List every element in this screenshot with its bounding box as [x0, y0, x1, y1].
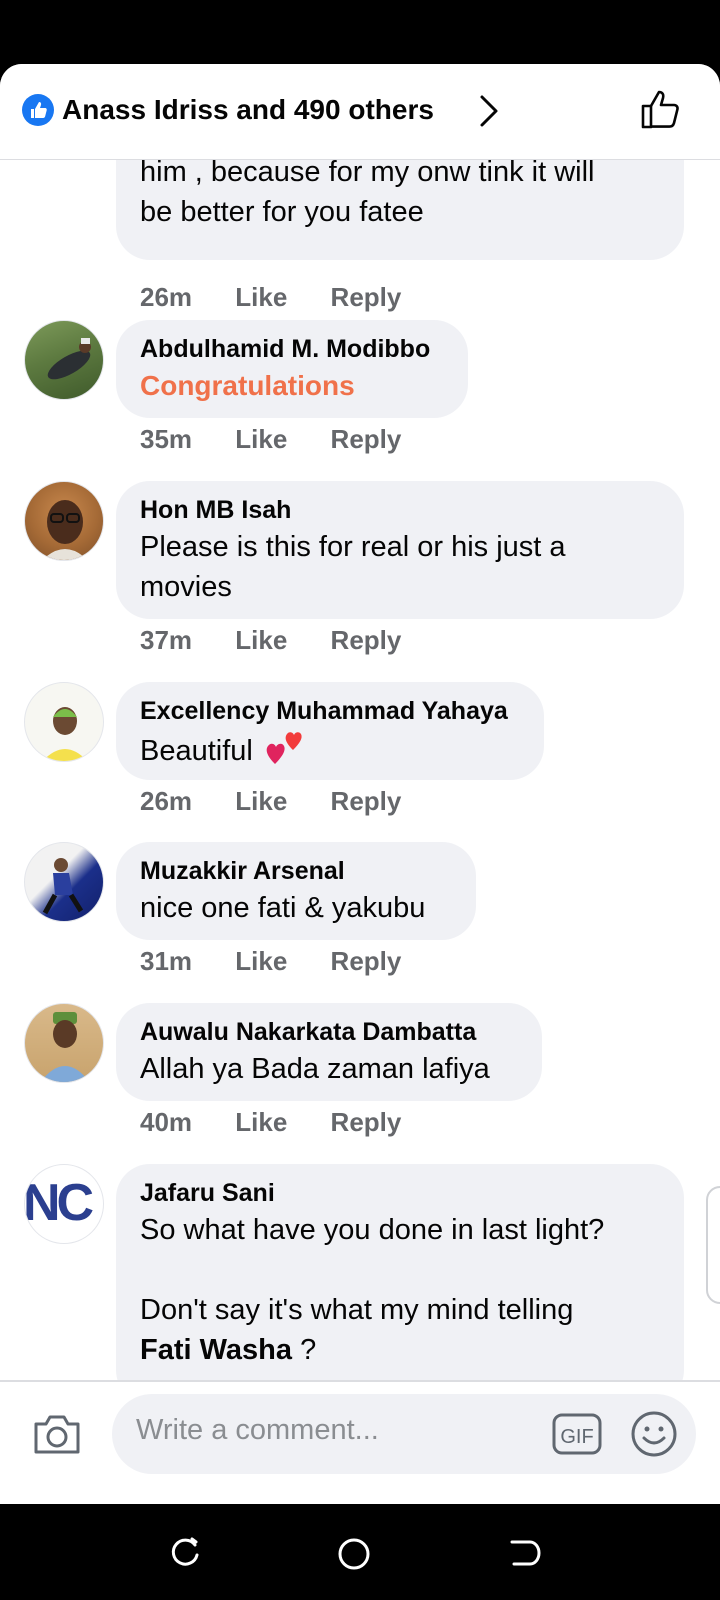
reply-link[interactable]: Reply	[331, 282, 402, 313]
comment-meta: 40m Like Reply	[140, 1107, 437, 1138]
gif-label: GIF	[560, 1426, 593, 1448]
thumbs-up-icon[interactable]	[640, 88, 682, 130]
comment-bubble[interactable]: Muzakkir Arsenal nice one fati & yakubu	[116, 842, 476, 940]
reactors-summary[interactable]: Anass Idriss and 490 others	[62, 92, 434, 128]
comment-author[interactable]: Jafaru Sani	[140, 1176, 660, 1210]
like-badge-icon	[22, 94, 54, 126]
comment-bubble[interactable]: him , because for my onw tink it will be…	[116, 160, 684, 260]
comment-input-placeholder: Write a comment...	[136, 1414, 379, 1446]
comment-time: 31m	[140, 946, 193, 976]
comment-meta: 37m Like Reply	[140, 625, 437, 656]
mention-link[interactable]: Fati Washa	[140, 1334, 292, 1366]
comment-text: Congratulations	[140, 370, 355, 401]
status-bar	[0, 0, 720, 64]
comment-time: 26m	[140, 786, 193, 816]
like-link[interactable]: Like	[235, 946, 287, 977]
like-link[interactable]: Like	[235, 1107, 287, 1138]
reactions-header[interactable]: Anass Idriss and 490 others	[0, 64, 720, 160]
comment-text-row: Fati Washa ?	[140, 1330, 660, 1370]
like-link[interactable]: Like	[235, 625, 287, 656]
comment-author[interactable]: Auwalu Nakarkata Dambatta	[140, 1015, 518, 1049]
comment-meta: 26m Like Reply	[140, 282, 437, 313]
comment-time: 26m	[140, 282, 193, 312]
comment-text: nice one fati & yakubu	[140, 892, 426, 924]
comment-time: 37m	[140, 625, 193, 655]
comment-bubble[interactable]: Jafaru Sani So what have you done in las…	[116, 1164, 684, 1380]
comment-text: So what have you done in last light?	[140, 1214, 605, 1246]
comment-text: him , because for my onw tink it will	[140, 160, 595, 188]
comment-text: Allah ya Bada zaman lafiya	[140, 1053, 490, 1085]
comment-bubble[interactable]: Excellency Muhammad Yahaya Beautiful	[116, 682, 544, 780]
reply-link[interactable]: Reply	[331, 625, 402, 656]
reply-link[interactable]: Reply	[331, 946, 402, 977]
chevron-right-icon[interactable]	[478, 94, 500, 128]
avatar[interactable]: NC	[24, 1164, 104, 1244]
reply-link[interactable]: Reply	[331, 786, 402, 817]
emoji-icon[interactable]	[630, 1410, 678, 1458]
avatar-text: NC	[24, 1174, 94, 1232]
avatar[interactable]	[24, 320, 104, 400]
reply-link[interactable]: Reply	[331, 1107, 402, 1138]
avatar[interactable]	[24, 682, 104, 762]
reply-link[interactable]: Reply	[331, 424, 402, 455]
recent-apps-icon[interactable]	[168, 1536, 202, 1570]
gif-icon[interactable]: GIF	[552, 1412, 602, 1456]
comment-list[interactable]: him , because for my onw tink it will be…	[0, 160, 720, 1380]
comment-text: Please is this for real or his just a	[140, 531, 566, 563]
system-nav-bar	[0, 1504, 720, 1600]
comment-bubble[interactable]: Abdulhamid M. Modibbo Congratulations	[116, 320, 468, 418]
comment-bubble[interactable]: Auwalu Nakarkata Dambatta Allah ya Bada …	[116, 1003, 542, 1101]
comment-time: 35m	[140, 424, 193, 454]
camera-icon[interactable]	[32, 1412, 82, 1456]
avatar[interactable]	[24, 1003, 104, 1083]
comment-time: 40m	[140, 1107, 193, 1137]
comment-meta: 35m Like Reply	[140, 424, 437, 455]
comments-sheet: Anass Idriss and 490 others him , becaus…	[0, 64, 720, 1504]
comment-text: movies	[140, 571, 232, 603]
comment-composer: Write a comment... GIF	[0, 1380, 720, 1504]
like-link[interactable]: Like	[235, 786, 287, 817]
comment-blank-line	[140, 1250, 660, 1290]
comment-meta: 26m Like Reply	[140, 786, 437, 817]
mention-suffix: ?	[292, 1334, 317, 1366]
home-icon[interactable]	[336, 1536, 372, 1572]
comment-text: Don't say it's what my mind telling	[140, 1294, 574, 1326]
comment-author[interactable]: Abdulhamid M. Modibbo	[140, 332, 444, 366]
two-hearts-icon	[266, 732, 302, 764]
floating-edge-handle[interactable]	[706, 1186, 720, 1304]
comment-author[interactable]: Excellency Muhammad Yahaya	[140, 694, 520, 728]
comment-text: Beautiful	[140, 735, 253, 767]
avatar[interactable]	[24, 842, 104, 922]
back-icon[interactable]	[508, 1536, 542, 1570]
comment-text: be better for you fatee	[140, 196, 424, 228]
like-link[interactable]: Like	[235, 424, 287, 455]
comment-author[interactable]: Hon MB Isah	[140, 493, 660, 527]
avatar[interactable]	[24, 481, 104, 561]
comment-bubble[interactable]: Hon MB Isah Please is this for real or h…	[116, 481, 684, 619]
comment-input[interactable]: Write a comment... GIF	[112, 1394, 696, 1474]
comment-meta: 31m Like Reply	[140, 946, 437, 977]
like-link[interactable]: Like	[235, 282, 287, 313]
comment-text-row: Beautiful	[140, 728, 520, 771]
comment-author[interactable]: Muzakkir Arsenal	[140, 854, 452, 888]
